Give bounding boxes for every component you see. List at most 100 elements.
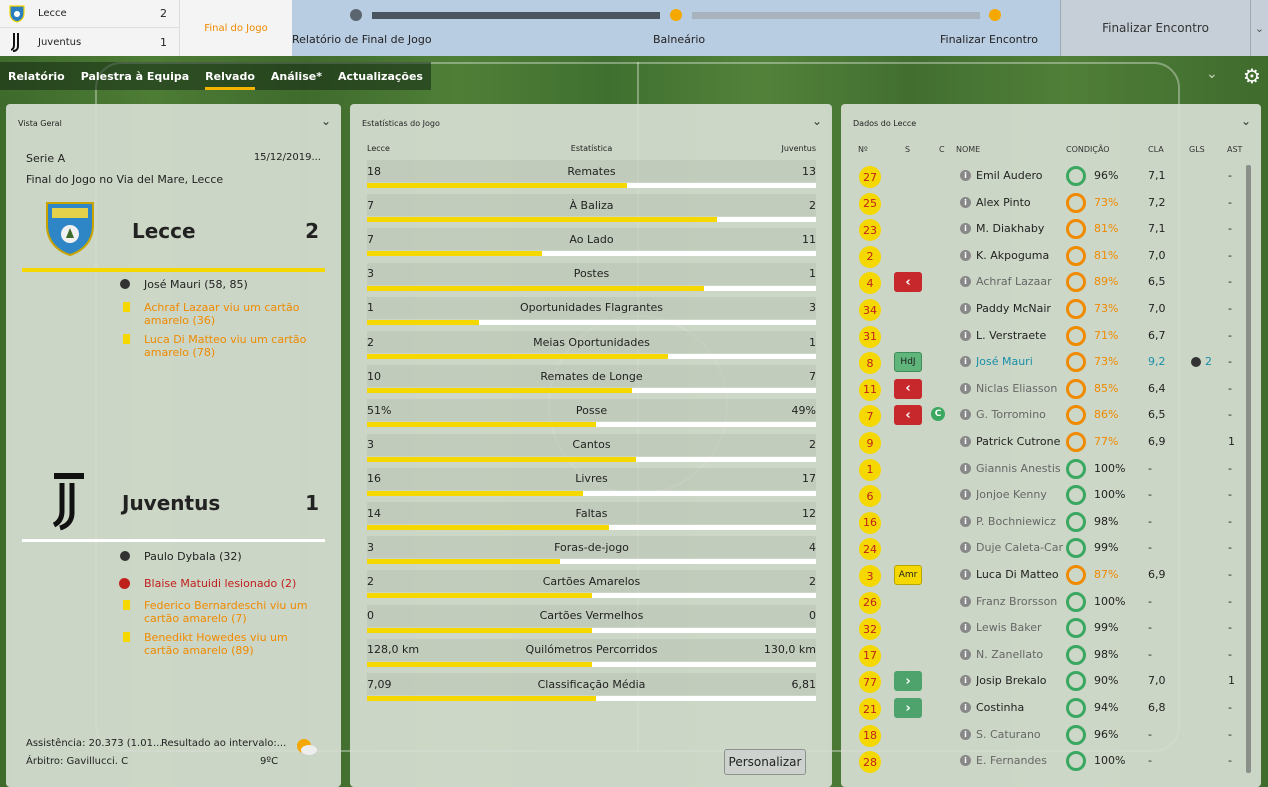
condition-value: 81% [1094, 222, 1119, 236]
info-icon[interactable]: i [960, 409, 971, 421]
col-sub[interactable]: S [905, 145, 910, 154]
chevron-down-icon[interactable]: ⌄ [1241, 114, 1251, 128]
tab-analise[interactable]: Análise* [263, 62, 330, 90]
nav-chevron-down-icon[interactable]: ⌄ [1206, 66, 1218, 82]
player-row[interactable]: 2 i K. Akpoguma 81% 7,0- [858, 243, 1243, 270]
player-row[interactable]: 9 i Patrick Cutrone 77% 6,9 1 [858, 429, 1243, 456]
info-icon[interactable]: i [960, 542, 971, 554]
info-icon[interactable]: i [960, 702, 971, 713]
rating-value: - [1148, 594, 1152, 608]
tab-actualizacoes[interactable]: Actualizações [330, 62, 431, 90]
info-icon[interactable]: i [960, 569, 971, 580]
squad-title: Dados do Lecce [853, 118, 917, 128]
gear-icon[interactable]: ⚙ [1240, 64, 1264, 88]
info-icon[interactable]: i [960, 436, 971, 447]
col-rating[interactable]: CLA [1148, 145, 1164, 154]
match-date: 15/12/2019... [253, 152, 321, 163]
info-icon[interactable]: i [960, 170, 971, 181]
progress-bar-pending [692, 12, 980, 19]
info-icon[interactable]: i [960, 462, 971, 474]
info-icon[interactable]: i [960, 755, 971, 767]
stat-name: Meias Oportunidades [533, 335, 650, 349]
player-row[interactable]: 3 Amr i Luca Di Matteo 87% 6,9- [858, 562, 1243, 589]
chevron-down-icon[interactable]: ⌄ [812, 114, 822, 128]
info-icon[interactable]: i [960, 489, 971, 501]
stat-bar-track [367, 422, 816, 428]
col-goals[interactable]: GLS [1189, 145, 1205, 154]
event-text: Luca Di Matteo viu um cartão amarelo (78… [144, 333, 307, 359]
man-of-match-badge: HdJ [894, 352, 922, 373]
finalize-match-button[interactable]: Finalizar Encontro [1060, 0, 1250, 56]
info-icon[interactable]: i [960, 728, 971, 740]
col-condition[interactable]: CONDIÇÃO [1066, 145, 1110, 154]
col-assists[interactable]: AST [1227, 145, 1242, 154]
step-dot-1[interactable] [350, 9, 362, 21]
stat-away-value: 6,81 [791, 677, 817, 691]
info-icon[interactable]: i [960, 356, 971, 368]
info-icon[interactable]: i [960, 622, 971, 634]
col-number[interactable]: Nº [858, 145, 868, 154]
player-row[interactable]: 28 i E. Fernandes 100% - - [858, 748, 1243, 775]
condition-ring-icon [1066, 325, 1086, 346]
player-row[interactable]: 24 i Duje Caleta-Car 99% - - [858, 535, 1243, 562]
info-icon[interactable]: i [960, 648, 971, 660]
step-label-2[interactable]: Balneário [653, 33, 705, 46]
chevron-down-icon[interactable]: ⌄ [321, 114, 331, 128]
step-dot-2[interactable] [670, 9, 682, 21]
shirt-number: 18 [859, 724, 881, 747]
player-row[interactable]: 7 ‹ Ci G. Torromino 86% 6,5- [858, 402, 1243, 429]
step-label-1[interactable]: Relatório de Final de Jogo [292, 33, 432, 46]
tab-relatorio[interactable]: Relatório [0, 62, 73, 90]
col-captain[interactable]: C [939, 145, 945, 154]
tab-palestra[interactable]: Palestra à Equipa [73, 62, 197, 90]
info-icon[interactable]: i [960, 595, 971, 607]
stat-row: 7,09 Classificação Média 6,81 [367, 673, 816, 707]
step-label-3[interactable]: Finalizar Encontro [940, 33, 1038, 46]
player-row[interactable]: 26 i Franz Brorsson 100% - - [858, 589, 1243, 616]
col-name[interactable]: NOME [956, 145, 980, 154]
player-row[interactable]: 25 i Alex Pinto 73% 7,2- [858, 190, 1243, 217]
player-row[interactable]: 23 i M. Diakhaby 81% 7,1- [858, 216, 1243, 243]
info-icon[interactable]: i [960, 382, 971, 394]
player-row[interactable]: 4 ‹ i Achraf Lazaar 89% 6,5- [858, 269, 1243, 296]
customize-button[interactable]: Personalizar [724, 749, 806, 775]
tab-relvado[interactable]: Relvado [197, 62, 263, 90]
player-row[interactable]: 21 › i Costinha 94% 6,8- [858, 695, 1243, 722]
info-icon[interactable]: i [960, 515, 971, 527]
player-row[interactable]: 8 HdJ i José Mauri 73% 9,2 2- [858, 349, 1243, 376]
stat-bar-track [367, 559, 816, 565]
info-icon[interactable]: i [960, 303, 971, 314]
info-icon[interactable]: i [960, 329, 971, 341]
player-row[interactable]: 17 i N. Zanellato 98% - - [858, 642, 1243, 669]
home-event-goal: José Mauri (58, 85) [22, 278, 325, 291]
rating-value: - [1148, 727, 1152, 741]
player-row[interactable]: 31 i L. Verstraete 71% 6,7- [858, 323, 1243, 350]
player-row[interactable]: 77 › i Josip Brekalo 90% 7,0 1 [858, 668, 1243, 695]
sub-off-arrow-icon: ‹ [894, 405, 922, 426]
rating-value: - [1148, 754, 1152, 768]
player-row[interactable]: 1 i Giannis Anestis 100% - - [858, 456, 1243, 483]
assists-value: - [1228, 302, 1232, 315]
step-dot-3[interactable] [989, 9, 1001, 21]
stat-away-value: 1 [809, 267, 816, 281]
info-icon[interactable]: i [960, 196, 971, 208]
info-icon[interactable]: i [960, 675, 971, 687]
finalize-dropdown-icon[interactable]: ⌄ [1250, 0, 1268, 56]
player-row[interactable]: 32 i Lewis Baker 99% - - [858, 615, 1243, 642]
squad-scrollbar[interactable] [1246, 165, 1251, 773]
info-icon[interactable]: i [960, 249, 971, 261]
player-row[interactable]: 11 ‹ i Niclas Eliasson 85% 6,4- [858, 376, 1243, 403]
player-row[interactable]: 16 i P. Bochniewicz 98% - - [858, 509, 1243, 536]
stat-row: 18 Remates 13 [367, 160, 816, 194]
info-icon[interactable]: i [960, 223, 971, 235]
rating-value: 6,7 [1148, 328, 1166, 342]
player-row[interactable]: 27 i Emil Audero 96% 7,1- [858, 163, 1243, 190]
away-score: 1 [160, 35, 167, 49]
player-row[interactable]: 18 i S. Caturano 96% - - [858, 722, 1243, 749]
player-row[interactable]: 34 i Paddy McNair 73% 7,0- [858, 296, 1243, 323]
stat-home-value: 3 [367, 438, 374, 452]
player-row[interactable]: 6 i Jonjoe Kenny 100% - - [858, 482, 1243, 509]
condition-value: 100% [1094, 754, 1126, 768]
condition-value: 99% [1094, 541, 1119, 555]
info-icon[interactable]: i [960, 276, 971, 288]
